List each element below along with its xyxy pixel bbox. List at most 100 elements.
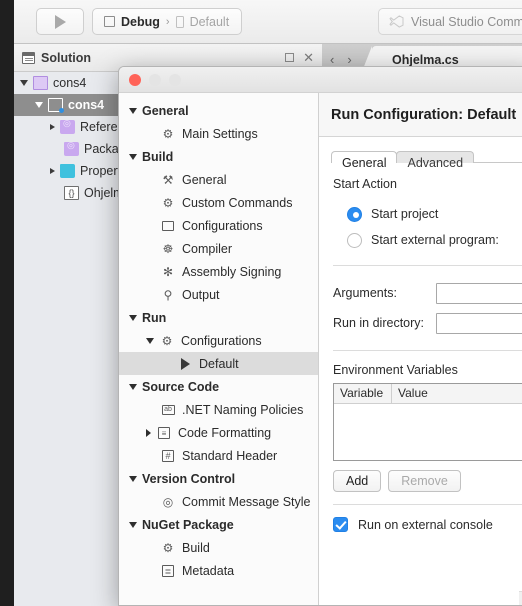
minimize-window-button[interactable]: [149, 74, 161, 86]
pref-item-default[interactable]: Default: [119, 352, 318, 375]
runtime-label: Default: [189, 14, 230, 29]
arguments-input[interactable]: [436, 282, 522, 304]
radio-start-project[interactable]: Start project: [333, 201, 522, 227]
pref-item-compiler[interactable]: ☸ Compiler: [119, 237, 318, 260]
environment-variables-table[interactable]: Variable Value: [333, 383, 522, 461]
add-button[interactable]: Add: [333, 470, 382, 492]
disclosure-open-icon[interactable]: [129, 475, 137, 482]
pref-item-main-settings[interactable]: ⚙ Main Settings: [119, 122, 318, 145]
naming-policies-icon: ab: [160, 402, 176, 417]
chevron-right-icon[interactable]: ›: [347, 52, 351, 67]
pref-item-metadata[interactable]: ≣ Metadata: [119, 559, 318, 582]
run-in-directory-label: Run in directory:: [333, 316, 425, 330]
add-button-label: Add: [346, 474, 369, 488]
pref-item-source-code[interactable]: Source Code: [119, 375, 318, 398]
tab-advanced[interactable]: Advanced: [396, 151, 475, 170]
column-header-value: Value: [398, 386, 428, 400]
disclosure-closed-icon[interactable]: [146, 428, 151, 437]
window-edge-strip: [0, 0, 14, 606]
arguments-label: Arguments:: [333, 286, 397, 300]
pref-item-code-formatting[interactable]: ≡ Code Formatting: [119, 421, 318, 444]
dialog-title-bar: Run Configuration: Default: [319, 93, 522, 137]
pref-item-build[interactable]: ⚙ Build: [119, 536, 318, 559]
visual-studio-icon: [389, 15, 404, 28]
disclosure-open-icon[interactable]: [129, 383, 137, 390]
dialog-content: Run Configuration: Default General Advan…: [319, 93, 522, 605]
status-badge-label: Visual Studio Communit: [411, 14, 522, 29]
pref-item-label: Source Code: [142, 379, 220, 394]
references-folder-icon: [60, 118, 75, 134]
play-icon: [177, 356, 193, 371]
pin-icon[interactable]: [285, 53, 295, 62]
pref-item-label: Assembly Signing: [182, 264, 282, 279]
pref-item-version-control[interactable]: Version Control: [119, 467, 318, 490]
pref-item-configurations[interactable]: ⚙ Configurations: [119, 329, 318, 352]
rectangle-icon: [160, 218, 176, 233]
disclosure-open-icon[interactable]: [35, 102, 43, 108]
metadata-icon: ≣: [160, 563, 176, 578]
pref-item-run[interactable]: Run: [119, 306, 318, 329]
pref-item-label: Output: [182, 287, 220, 302]
pref-item-output[interactable]: ⚲ Output: [119, 283, 318, 306]
pref-item-nuget-package[interactable]: NuGet Package: [119, 513, 318, 536]
pref-item-label: Main Settings: [182, 126, 258, 141]
zoom-window-button[interactable]: [169, 74, 181, 86]
configuration-selector[interactable]: Debug › Default: [92, 8, 242, 35]
remove-button[interactable]: Remove: [388, 470, 461, 492]
env-var-buttons: Add Remove: [333, 470, 522, 492]
run-button[interactable]: [36, 8, 84, 35]
pref-item-assembly-signing[interactable]: ✻ Assembly Signing: [119, 260, 318, 283]
disclosure-closed-icon[interactable]: [50, 124, 55, 130]
disclosure-open-icon[interactable]: [129, 314, 137, 321]
pref-item--net-naming-policies[interactable]: ab .NET Naming Policies: [119, 398, 318, 421]
chevron-left-icon[interactable]: ‹: [330, 52, 334, 67]
tree-item-label: cons4: [53, 76, 87, 90]
pref-item-label: Commit Message Style: [182, 494, 311, 509]
disclosure-open-icon[interactable]: [129, 521, 137, 528]
editor-tab-label: Ohjelma.cs: [392, 53, 459, 67]
tab-general-label: General: [342, 156, 387, 170]
disclosure-open-icon[interactable]: [20, 80, 28, 86]
hash-icon: #: [160, 448, 176, 463]
radio-icon-selected: [347, 206, 362, 222]
pref-item-label: General: [182, 172, 227, 187]
pref-item-build[interactable]: Build: [119, 145, 318, 168]
dialog-tabs[interactable]: General Advanced: [319, 137, 522, 170]
pref-item-custom-commands[interactable]: ⚙ Custom Commands: [119, 191, 318, 214]
pref-item-label: Metadata: [182, 563, 235, 578]
column-header-variable: Variable: [334, 384, 392, 403]
run-in-directory-input[interactable]: [436, 312, 522, 334]
preferences-sidebar[interactable]: General ⚙ Main Settings Build ⚒ General ⚙ Custo…: [119, 93, 319, 605]
robot-icon: ☸: [162, 241, 174, 256]
square-icon: [104, 16, 115, 27]
seal-icon: ✻: [162, 264, 174, 279]
run-in-directory-row: Run in directory:: [333, 308, 522, 338]
remove-button-label: Remove: [401, 474, 448, 488]
run-on-external-console-row[interactable]: Run on external console: [333, 517, 522, 532]
run-configuration-dialog: General ⚙ Main Settings Build ⚒ General ⚙ Custo…: [118, 66, 522, 606]
radio-start-project-label: Start project: [371, 207, 439, 221]
close-window-button[interactable]: [129, 74, 141, 86]
pref-item-general[interactable]: ⚒ General: [119, 168, 318, 191]
pref-item-general[interactable]: General: [119, 99, 318, 122]
play-triangle-icon: [54, 14, 66, 29]
pref-item-label: Run: [142, 310, 167, 325]
pref-item-label: NuGet Package: [142, 517, 234, 532]
disclosure-closed-icon[interactable]: [50, 168, 55, 174]
environment-variables-label: Environment Variables: [333, 363, 458, 377]
table-header-row: Variable Value: [334, 384, 522, 404]
disclosure-open-icon[interactable]: [146, 337, 154, 344]
gear-icon: ⚙: [162, 195, 174, 210]
disclosure-open-icon[interactable]: [129, 153, 137, 160]
disclosure-open-icon[interactable]: [129, 107, 137, 114]
tab-general[interactable]: General: [331, 151, 398, 170]
pref-item-commit-message-style[interactable]: ◎ Commit Message Style: [119, 490, 318, 513]
pref-item-standard-header[interactable]: # Standard Header: [119, 444, 318, 467]
packages-folder-icon: [64, 140, 79, 156]
close-icon[interactable]: ✕: [303, 51, 314, 64]
radio-start-external-program-label: Start external program:: [371, 233, 499, 247]
solution-icon: [33, 76, 48, 90]
pref-item-configurations[interactable]: Configurations: [119, 214, 318, 237]
radio-start-external-program[interactable]: Start external program:: [333, 227, 522, 253]
status-badge[interactable]: Visual Studio Communit: [378, 8, 522, 35]
